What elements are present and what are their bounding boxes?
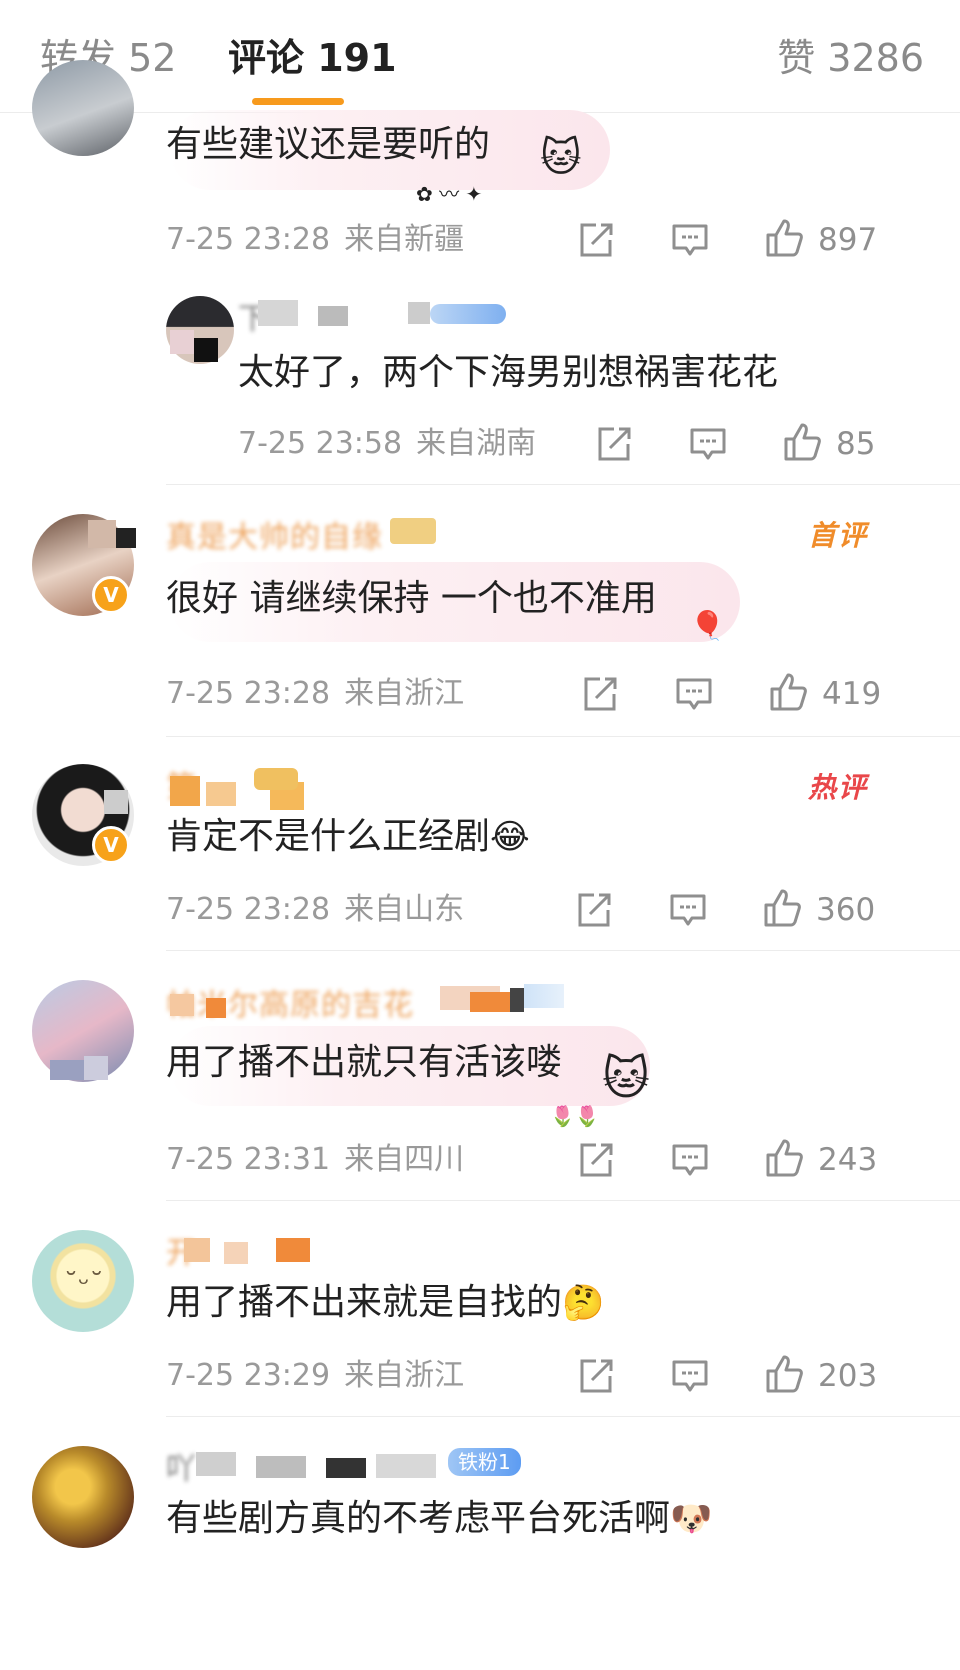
cat-sticker: 🐱 [540, 135, 582, 181]
reply-text: 太好了，两个下海男别想祸害花花 [238, 352, 779, 393]
comment-icon[interactable] [674, 674, 714, 714]
avatar[interactable] [32, 1446, 134, 1548]
comment-text: 肯定不是什么正经剧😂 [166, 816, 530, 857]
avatar[interactable] [32, 60, 134, 156]
first-comment-badge: 首评 [807, 519, 868, 552]
comment-time: 7-25 23:28 [166, 222, 331, 257]
comment-meta: 7-25 23:28 来自浙江 [166, 672, 464, 716]
reply-location: 来自湖南 [416, 426, 537, 461]
hot-comment-badge: 热评 [807, 771, 868, 804]
share-icon[interactable] [594, 424, 634, 464]
like-icon[interactable] [762, 888, 802, 928]
verified-badge: V [92, 826, 130, 864]
comment-icon[interactable] [670, 220, 710, 260]
comment-time: 7-25 23:28 [166, 676, 331, 711]
comment-location: 来自山东 [344, 892, 465, 927]
comment-location: 来自浙江 [344, 676, 465, 711]
comment-username[interactable]: 吖 [166, 1444, 197, 1488]
comment-meta: 7-25 23:31 来自四川 [166, 1138, 464, 1182]
comment-meta: 7-25 23:28 来自新疆 [166, 218, 464, 262]
active-tab-indicator [252, 98, 344, 105]
flower-sticker: ✿ 〰 ✦ [416, 182, 483, 206]
share-icon[interactable] [574, 890, 614, 930]
comment-icon[interactable] [670, 1356, 710, 1396]
comment-icon[interactable] [670, 1140, 710, 1180]
reply-meta: 7-25 23:58 来自湖南 [238, 422, 536, 466]
comment-time: 7-25 23:31 [166, 1142, 331, 1177]
divider [166, 1200, 960, 1201]
reply-time: 7-25 23:58 [238, 426, 403, 461]
comment-text: 有些剧方真的不考虑平台死活啊🐶 [166, 1498, 713, 1539]
like-count: 419 [822, 676, 882, 712]
comment-text: 有些建议还是要听的 [166, 124, 491, 165]
share-icon[interactable] [576, 1356, 616, 1396]
like-icon[interactable] [764, 1354, 804, 1394]
comment-icon[interactable] [668, 890, 708, 930]
like-count: 85 [836, 426, 876, 462]
like-count: 203 [818, 1358, 878, 1394]
divider [166, 484, 960, 485]
flower-sticker: 🌷🌷 [550, 1104, 600, 1128]
comment-text: 用了播不出就只有活该喽 [166, 1042, 563, 1083]
like-icon[interactable] [764, 218, 804, 258]
comment-meta: 7-25 23:29 来自浙江 [166, 1354, 464, 1398]
doge-emoji: 🐶 [670, 1499, 713, 1539]
comment-time: 7-25 23:28 [166, 892, 331, 927]
comment-location: 来自新疆 [344, 222, 465, 257]
comment-username[interactable]: 真是大帅的自缘 [166, 512, 383, 556]
comment-meta: 7-25 23:28 来自山东 [166, 888, 464, 932]
comment-username[interactable]: 帕米尔高原的吉花 [166, 980, 414, 1024]
laughing-emoji: 😂 [490, 817, 530, 857]
share-icon[interactable] [576, 1140, 616, 1180]
divider [166, 950, 960, 951]
like-icon[interactable] [782, 422, 822, 462]
like-count: 897 [818, 222, 878, 258]
smile-face: ˘ᵕ˘ [64, 1267, 104, 1300]
like-count: 360 [816, 892, 876, 928]
divider [166, 1416, 960, 1417]
comment-text: 很好 请继续保持 一个也不准用 [166, 578, 657, 619]
comment-location: 来自四川 [344, 1142, 465, 1177]
tab-likes[interactable]: 赞 3286 [777, 30, 924, 86]
comment-text: 用了播不出来就是自找的🤔 [166, 1282, 605, 1323]
comment-icon[interactable] [688, 424, 728, 464]
like-count: 243 [818, 1142, 878, 1178]
comment-time: 7-25 23:29 [166, 1358, 331, 1393]
fan-level-tag: 铁粉1 [440, 1448, 521, 1476]
cat-sticker: 🐱 [602, 1051, 650, 1105]
divider [166, 736, 960, 737]
like-icon[interactable] [768, 672, 808, 712]
like-icon[interactable] [764, 1138, 804, 1178]
share-icon[interactable] [576, 220, 616, 260]
share-icon[interactable] [580, 674, 620, 714]
comment-location: 来自浙江 [344, 1358, 465, 1393]
comment-tab-bar: 转发 52 评论 191 赞 3286 [0, 0, 960, 113]
verified-badge: V [92, 576, 130, 614]
balloon-sticker: 🎈 [690, 609, 725, 642]
thinking-emoji: 🤔 [562, 1283, 605, 1323]
